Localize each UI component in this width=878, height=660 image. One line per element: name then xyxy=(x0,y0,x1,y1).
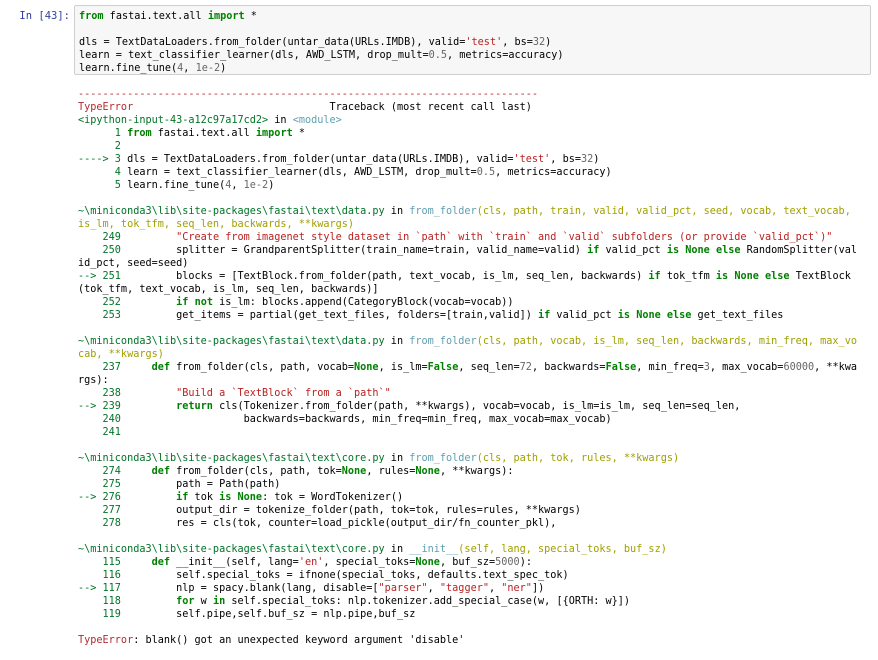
traceback-line: 252 if not is_lm: blocks.append(Category… xyxy=(78,297,514,308)
traceback-line: 115 def __init__(self, lang='en', specia… xyxy=(78,557,532,568)
frame-header: ~\miniconda3\lib\site-packages\fastai\te… xyxy=(78,453,680,464)
traceback-line: 116 self.special_toks = ifnone(special_t… xyxy=(78,570,569,581)
traceback-line: 275 path = Path(path) xyxy=(78,479,281,490)
frame-header-cont: cab, **kwargs) xyxy=(78,349,164,360)
traceback-line: 238 "Build a `TextBlock` from a `path`" xyxy=(78,388,391,399)
error-output: ----------------------------------------… xyxy=(78,88,873,647)
traceback-line: --> 239 return cls(Tokenizer.from_folder… xyxy=(78,401,741,412)
frame-header: ~\miniconda3\lib\site-packages\fastai\te… xyxy=(78,336,857,347)
traceback-line: --> 251 blocks = [TextBlock.from_folder(… xyxy=(78,271,851,282)
traceback-line: 278 res = cls(tok, counter=load_pickle(o… xyxy=(78,518,557,529)
code-line: from fastai.text.all import * xyxy=(79,11,257,22)
traceback-separator: ----------------------------------------… xyxy=(78,89,539,100)
cell-prompt: In [43]: xyxy=(19,10,70,22)
traceback-header: TypeError Traceback (most recent call la… xyxy=(78,102,532,113)
traceback-line: 2 xyxy=(78,141,121,152)
traceback-line: 253 get_items = partial(get_text_files, … xyxy=(78,310,784,321)
traceback-line: 277 output_dir = tokenize_folder(path, t… xyxy=(78,505,581,516)
code-line: dls = TextDataLoaders.from_folder(untar_… xyxy=(79,37,552,48)
traceback-line: rgs): xyxy=(78,375,109,386)
traceback-line: 1 from fastai.text.all import * xyxy=(78,128,305,139)
traceback-line: 119 self.pipe,self.buf_sz = nlp.pipe,buf… xyxy=(78,609,416,620)
code-line: learn = text_classifier_learner(dls, AWD… xyxy=(79,50,564,61)
traceback-line: 118 for w in self.special_toks: nlp.toke… xyxy=(78,596,631,607)
traceback-origin: <ipython-input-43-a12c97a17cd2> in <modu… xyxy=(78,115,342,126)
traceback-line: 250 splitter = GrandparentSplitter(train… xyxy=(78,245,858,256)
traceback-line: 240 backwards=backwards, min_freq=min_fr… xyxy=(78,414,612,425)
traceback-line: 249 "Create from imagenet style dataset … xyxy=(78,232,833,243)
traceback-line: 237 def from_folder(cls, path, vocab=Non… xyxy=(78,362,858,373)
code-editor[interactable]: from fastai.text.all import * dls = Text… xyxy=(79,10,564,75)
traceback-line: (tok_tfm, text_vocab, is_lm, seq_len, ba… xyxy=(78,284,379,295)
final-error-message: TypeError: blank() got an unexpected key… xyxy=(78,635,465,646)
traceback-line: 241 xyxy=(78,427,121,438)
traceback-line: --> 117 nlp = spacy.blank(lang, disable=… xyxy=(78,583,545,594)
frame-header-cont: is_lm, tok_tfm, seq_len, backwards, **kw… xyxy=(78,219,355,230)
traceback-line: 4 learn = text_classifier_learner(dls, A… xyxy=(78,167,612,178)
code-input-area[interactable]: from fastai.text.all import * dls = Text… xyxy=(74,5,871,75)
frame-header: ~\miniconda3\lib\site-packages\fastai\te… xyxy=(78,544,667,555)
code-line: learn.fine_tune(4, 1e-2) xyxy=(79,63,227,74)
frame-header: ~\miniconda3\lib\site-packages\fastai\te… xyxy=(78,206,851,217)
traceback-line: 274 def from_folder(cls, path, tok=None,… xyxy=(78,466,514,477)
traceback-line: ----> 3 dls = TextDataLoaders.from_folde… xyxy=(78,154,600,165)
notebook-cell: In [43]: from fastai.text.all import * d… xyxy=(0,0,878,660)
traceback-line: --> 276 if tok is None: tok = WordTokeni… xyxy=(78,492,404,503)
traceback-line: id_pct, seed=seed) xyxy=(78,258,189,269)
traceback-line: 5 learn.fine_tune(4, 1e-2) xyxy=(78,180,275,191)
